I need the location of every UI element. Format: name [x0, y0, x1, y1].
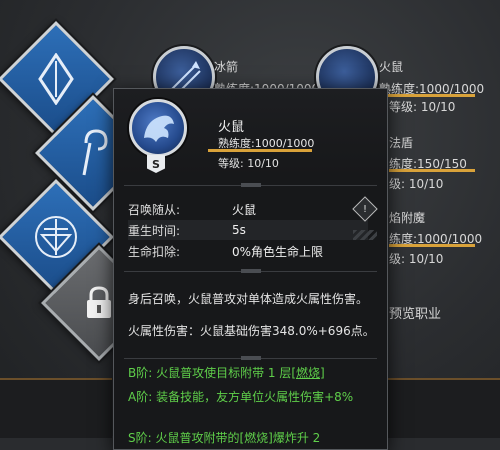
stat-row-hp-cost: 生命扣除: 0%角色生命上限 — [128, 241, 368, 261]
stat-key: 重生时间: — [128, 223, 181, 238]
skill-name: 火鼠 — [218, 120, 245, 135]
fire-enchant-level: 级: 10/10 — [389, 252, 444, 266]
fire-rat-right-bar — [379, 94, 475, 97]
stat-key: 生命扣除: — [128, 244, 181, 259]
desc-summary: 身后召唤，火鼠普攻对单体造成火属性伤害。 — [128, 292, 369, 306]
tier-b: B阶: 火鼠普攻使目标附带 1 层[燃烧] — [128, 365, 380, 381]
fire-enchant-bar — [389, 244, 475, 247]
proficiency-bar — [208, 149, 312, 152]
shield-level: 级: 10/10 — [389, 177, 444, 191]
shield-label: 法盾 — [389, 136, 414, 150]
fire-rat-right-level: 等级: 10/10 — [389, 100, 456, 114]
decor-stripes — [353, 230, 377, 240]
fire-rat-right-name: 火鼠 — [379, 60, 404, 74]
fire-rat-icon — [129, 99, 187, 157]
stat-value: 0%角色生命上限 — [232, 244, 324, 259]
burn-link[interactable]: [燃烧] — [291, 366, 324, 380]
skill-level: 等级: 10/10 — [218, 157, 279, 170]
stat-key: 召唤随从: — [128, 202, 181, 217]
divider — [124, 183, 377, 187]
divider — [124, 356, 377, 360]
preview-job-link[interactable]: 预览职业 — [389, 303, 441, 322]
bottom-left-frame — [0, 378, 112, 438]
stat-row-summon: 召唤随从: 火鼠 — [128, 199, 368, 219]
stat-row-respawn: 重生时间: 5s — [128, 220, 368, 240]
divider — [124, 269, 377, 273]
stat-value: 5s — [232, 223, 246, 237]
tier-b-text: B阶: 火鼠普攻使目标附带 1 层 — [128, 366, 292, 380]
ice-arrow-name: 冰箭 — [214, 60, 239, 74]
desc-damage: 火属性伤害：火鼠基础伤害348.0%+696点。 — [128, 324, 375, 338]
fire-enchant-label: 焰附魔 — [389, 211, 426, 225]
shield-bar — [389, 169, 475, 172]
skill-tooltip: S 火鼠 熟练度:1000/1000 等级: 10/10 召唤随从: 火鼠 重生… — [113, 88, 388, 450]
tier-a: A阶: 装备技能，友方单位火属性伤害+8% — [128, 390, 354, 404]
tier-s: S阶: 火鼠普攻附带的[燃烧]爆炸升 2 — [128, 431, 321, 445]
bottom-right-frame — [386, 378, 500, 438]
stat-value: 火鼠 — [232, 202, 257, 217]
